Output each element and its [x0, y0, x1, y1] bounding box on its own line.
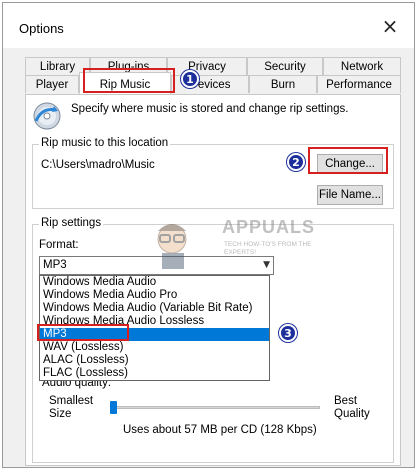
format-option-flac[interactable]: FLAC (Lossless): [40, 367, 269, 380]
step-badge-3: 3: [279, 324, 297, 342]
rip-location-path: C:\Users\madro\Music: [41, 159, 155, 171]
tab-burn[interactable]: Burn: [249, 75, 317, 93]
highlight-mp3-option: [37, 324, 129, 341]
audio-quality-slider-thumb[interactable]: [110, 401, 117, 414]
step-badge-2: 2: [287, 153, 305, 171]
options-dialog: Options × Library Plug-ins Privacy Secur…: [2, 2, 415, 468]
file-name-button[interactable]: File Name...: [317, 185, 383, 205]
header-description: Specify where music is stored and change…: [71, 103, 349, 115]
best-quality-label: Best Quality: [334, 395, 370, 420]
step-badge-1: 1: [181, 70, 199, 88]
tab-privacy[interactable]: Privacy: [167, 57, 247, 75]
format-option-wma[interactable]: Windows Media Audio: [40, 276, 269, 289]
highlight-change-button: [308, 147, 388, 174]
format-label: Format:: [39, 239, 79, 251]
format-option-alac[interactable]: ALAC (Lossless): [40, 354, 269, 367]
format-select[interactable]: MP3 ▼: [39, 256, 274, 275]
format-select-value: MP3: [43, 259, 67, 271]
tab-performance[interactable]: Performance: [317, 75, 401, 93]
format-option-wav[interactable]: WAV (Lossless): [40, 341, 269, 354]
location-group-label: Rip music to this location: [39, 137, 171, 149]
tab-player[interactable]: Player: [25, 75, 79, 93]
smallest-size-label: Smallest Size: [49, 395, 94, 420]
title-bar: Options ×: [3, 3, 414, 48]
highlight-rip-music-tab: [83, 68, 175, 93]
tab-security[interactable]: Security: [247, 57, 323, 75]
tab-row-front: Player Rip Music Devices Burn Performanc…: [25, 72, 401, 94]
format-option-wma-vbr[interactable]: Windows Media Audio (Variable Bit Rate): [40, 302, 269, 315]
format-option-wma-pro[interactable]: Windows Media Audio Pro: [40, 289, 269, 302]
rip-settings-group-label: Rip settings: [39, 217, 104, 229]
chevron-down-icon[interactable]: ▼: [263, 257, 270, 274]
window-title: Options: [19, 21, 64, 36]
cd-rip-icon: [32, 101, 62, 131]
tab-network[interactable]: Network: [323, 57, 401, 75]
close-icon[interactable]: ×: [380, 16, 400, 36]
usage-text: Uses about 57 MB per CD (128 Kbps): [123, 424, 317, 436]
audio-quality-slider-track: [110, 406, 320, 409]
